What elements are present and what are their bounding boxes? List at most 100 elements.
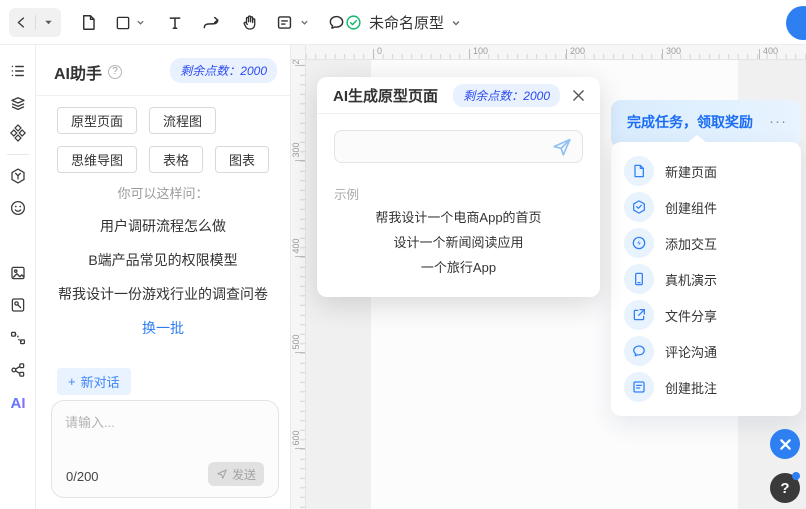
text-tool-button[interactable] <box>164 12 185 33</box>
dialog-title: AI生成原型页面 <box>333 85 438 106</box>
pages-list-icon[interactable] <box>8 61 28 81</box>
close-icon <box>572 89 585 102</box>
ruler-label: 600 <box>291 426 303 450</box>
task-label: 新建页面 <box>665 162 717 181</box>
panel-title: AI助手 <box>54 60 102 84</box>
hand-tool-button[interactable] <box>239 12 260 33</box>
suggestion-item[interactable]: B端产品常见的权限模型 <box>36 250 290 270</box>
example-item[interactable]: 一个旅行App <box>317 257 600 276</box>
ruler-label: 400 <box>763 46 778 56</box>
divider <box>36 95 290 96</box>
task-label: 真机演示 <box>665 270 717 289</box>
help-button[interactable]: ? <box>770 473 800 503</box>
refresh-suggestions-link[interactable]: 换一批 <box>36 318 290 338</box>
tasks-card: 新建页面 创建组件 添加交互 真机演示 <box>611 142 801 416</box>
prompt-input[interactable] <box>345 131 545 162</box>
chip-mindmap[interactable]: 思维导图 <box>57 146 137 173</box>
connector-icon <box>201 13 221 33</box>
ruler-label: 100 <box>473 46 488 56</box>
document-title[interactable]: 未命名原型 <box>369 12 444 33</box>
page-icon <box>624 156 654 186</box>
chat-input[interactable] <box>65 412 265 460</box>
suggestion-hint: 你可以这样问： <box>36 183 290 202</box>
vector-icon[interactable] <box>8 328 28 348</box>
dialog-send-button[interactable] <box>551 136 573 158</box>
annotation-icon <box>624 372 654 402</box>
emoji-icon[interactable] <box>8 198 28 218</box>
close-button[interactable] <box>570 87 586 103</box>
task-device-preview[interactable]: 真机演示 <box>611 261 801 297</box>
task-label: 创建批注 <box>665 378 717 397</box>
history-caret-icon <box>44 18 53 27</box>
new-chat-button[interactable]: + 新对话 <box>57 368 131 395</box>
new-page-icon <box>79 13 98 32</box>
history-dropdown-button[interactable] <box>36 8 62 37</box>
chip-flowchart[interactable]: 流程图 <box>149 107 216 134</box>
send-label: 发送 <box>232 466 256 483</box>
template-icon[interactable] <box>8 295 28 315</box>
task-add-interaction[interactable]: 添加交互 <box>611 225 801 261</box>
components-icon[interactable] <box>8 123 28 143</box>
ruler-major-tick <box>759 49 760 59</box>
share-nodes-icon[interactable] <box>8 360 28 380</box>
interaction-icon <box>624 228 654 258</box>
panel-header: AI助手 ? <box>54 60 122 84</box>
ai-entry-icon[interactable]: AI <box>8 393 28 413</box>
suggestion-item[interactable]: 帮我设计一份游戏行业的调查问卷 <box>36 284 290 304</box>
chip-table[interactable]: 表格 <box>149 146 203 173</box>
comment-tool-button[interactable] <box>326 12 347 33</box>
image-icon[interactable] <box>8 263 28 283</box>
notes-caret-icon <box>300 18 309 27</box>
example-item[interactable]: 帮我设计一个电商App的首页 <box>317 207 600 226</box>
more-icon[interactable]: ··· <box>769 117 787 127</box>
connector-tool-button[interactable] <box>200 12 221 33</box>
plugins-icon[interactable] <box>8 166 28 186</box>
ruler-major-tick <box>566 49 567 59</box>
task-new-page[interactable]: 新建页面 <box>611 153 801 189</box>
notes-caret-button[interactable] <box>300 18 310 28</box>
notes-tool-button[interactable] <box>274 12 295 33</box>
send-button[interactable]: 发送 <box>208 462 264 486</box>
ruler-ticks <box>291 54 806 59</box>
send-plane-icon <box>551 136 573 158</box>
ruler-major-tick <box>662 49 663 59</box>
chip-prototype-page[interactable]: 原型页面 <box>57 107 137 134</box>
quick-type-chips: 原型页面 流程图 思维导图 表格 图表 <box>57 107 277 173</box>
example-item[interactable]: 设计一个新闻阅读应用 <box>317 232 600 251</box>
ruler-horizontal: 0 100 200 300 400 <box>291 45 806 60</box>
ruler-label: 0 <box>377 46 382 56</box>
task-create-component[interactable]: 创建组件 <box>611 189 801 225</box>
task-annotation[interactable]: 创建批注 <box>611 369 801 405</box>
frame-tool-caret-button[interactable] <box>136 18 146 28</box>
device-preview-icon <box>624 264 654 294</box>
notification-dot <box>792 472 800 480</box>
help-icon[interactable]: ? <box>108 65 122 79</box>
points-badge: 剩余点数：2000 <box>170 58 277 83</box>
ruler-label: 200 <box>570 46 585 56</box>
text-tool-icon <box>166 14 184 32</box>
ruler-label: 500 <box>291 330 303 354</box>
suggestion-item[interactable]: 用户调研流程怎么做 <box>36 216 290 236</box>
task-label: 评论沟通 <box>665 342 717 361</box>
title-caret-icon[interactable] <box>451 18 461 28</box>
help-glyph: ? <box>780 480 789 497</box>
back-button[interactable] <box>9 8 35 37</box>
task-file-share[interactable]: 文件分享 <box>611 297 801 333</box>
frame-tool-button[interactable] <box>112 12 133 33</box>
comment-bubble-icon <box>624 336 654 366</box>
ruler-label: 400 <box>291 234 303 258</box>
new-page-button[interactable] <box>78 12 99 33</box>
chip-chart[interactable]: 图表 <box>215 146 269 173</box>
layers-icon[interactable] <box>8 93 28 113</box>
divider <box>7 154 29 155</box>
task-label: 添加交互 <box>665 234 717 253</box>
avatar[interactable] <box>786 6 806 40</box>
task-comment[interactable]: 评论沟通 <box>611 333 801 369</box>
dismiss-tasks-button[interactable] <box>770 429 800 459</box>
file-share-icon <box>624 300 654 330</box>
ai-assistant-panel: AI助手 ? 剩余点数：2000 原型页面 流程图 思维导图 表格 图表 你可以… <box>36 45 291 509</box>
frame-caret-icon <box>136 18 145 27</box>
ai-generate-dialog: AI生成原型页面 剩余点数：2000 示例 帮我设计一个电商App的首页 设计一… <box>317 77 600 297</box>
ruler-label: 300 <box>666 46 681 56</box>
task-label: 文件分享 <box>665 306 717 325</box>
